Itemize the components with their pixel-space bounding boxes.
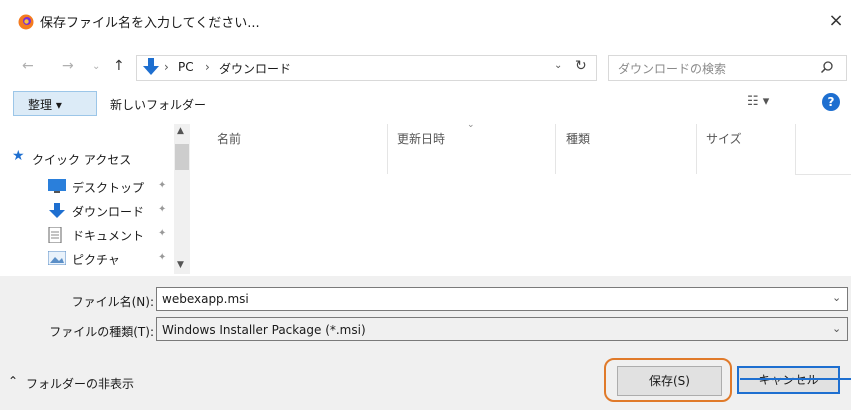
nav-item-desktop[interactable]: デスクトップ ✦ bbox=[8, 176, 178, 200]
divider bbox=[795, 174, 851, 175]
filename-dropdown-icon[interactable]: ⌄ bbox=[832, 291, 841, 304]
organize-label: 整理 ▾ bbox=[28, 98, 62, 112]
forward-icon[interactable]: → bbox=[62, 58, 74, 74]
pin-icon: ✦ bbox=[158, 204, 167, 215]
filename-input[interactable] bbox=[156, 287, 848, 311]
refresh-icon[interactable]: ↻ bbox=[575, 58, 587, 74]
dialog-title: 保存ファイル名を入力してください... bbox=[40, 16, 260, 31]
nav-item-documents[interactable]: ドキュメント ✦ bbox=[8, 224, 178, 248]
scroll-down-icon[interactable]: ▼ bbox=[177, 260, 184, 270]
pin-icon: ✦ bbox=[158, 252, 167, 263]
pin-icon: ✦ bbox=[158, 228, 167, 239]
highlight-ring bbox=[604, 358, 732, 402]
column-divider[interactable] bbox=[795, 124, 796, 174]
star-icon: ★ bbox=[12, 148, 25, 164]
pin-icon: ✦ bbox=[158, 180, 167, 191]
annotation-line bbox=[740, 378, 851, 380]
desktop-icon bbox=[48, 179, 66, 193]
filetype-label: ファイルの種類(T): bbox=[49, 325, 154, 339]
close-button[interactable]: × bbox=[826, 10, 846, 32]
breadcrumb-pc[interactable]: PC bbox=[178, 60, 194, 74]
pictures-icon bbox=[47, 250, 67, 266]
recent-locations-icon[interactable]: ⌄ bbox=[92, 61, 100, 72]
hide-folders-button[interactable]: フォルダーの非表示 bbox=[26, 375, 134, 392]
filename-label: ファイル名(N): bbox=[71, 295, 154, 309]
column-divider[interactable] bbox=[696, 124, 697, 174]
nav-item-downloads[interactable]: ダウンロード ✦ bbox=[8, 200, 178, 224]
column-divider[interactable] bbox=[555, 124, 556, 174]
help-icon[interactable]: ? bbox=[822, 93, 840, 111]
column-divider[interactable] bbox=[387, 124, 388, 174]
navigation-pane[interactable]: ★ クイック アクセス デスクトップ ✦ ダウンロード ✦ ドキュメント ✦ ピ… bbox=[8, 126, 193, 274]
column-header-type[interactable]: 種類 bbox=[566, 130, 590, 147]
address-dropdown-icon[interactable]: ⌄ bbox=[554, 60, 562, 71]
filetype-dropdown-icon[interactable]: ⌄ bbox=[832, 322, 841, 335]
breadcrumb-downloads[interactable]: ダウンロード bbox=[219, 60, 291, 77]
download-icon bbox=[48, 203, 66, 218]
nav-scrollbar-thumb[interactable] bbox=[175, 144, 189, 170]
nav-item-quick-access[interactable]: ★ クイック アクセス bbox=[8, 148, 178, 172]
document-icon bbox=[48, 226, 66, 244]
column-header-modified[interactable]: 更新日時 bbox=[397, 130, 445, 147]
scroll-up-icon[interactable]: ▲ bbox=[177, 126, 184, 136]
view-options-icon[interactable]: ☷ ▾ bbox=[747, 94, 769, 109]
search-icon[interactable] bbox=[820, 60, 834, 74]
download-icon bbox=[143, 58, 159, 75]
new-folder-button[interactable]: 新しいフォルダー bbox=[110, 96, 206, 113]
search-placeholder: ダウンロードの検索 bbox=[618, 62, 727, 76]
cancel-button[interactable]: キャンセル bbox=[737, 366, 840, 394]
filetype-value: Windows Installer Package (*.msi) bbox=[162, 323, 366, 337]
nav-item-pictures[interactable]: ピクチャ ✦ bbox=[8, 248, 178, 272]
back-icon[interactable]: ← bbox=[22, 58, 34, 74]
chevron-up-icon[interactable]: ⌃ bbox=[8, 374, 18, 388]
column-header-size[interactable]: サイズ bbox=[706, 130, 742, 147]
firefox-icon bbox=[18, 14, 34, 30]
breadcrumb-separator: › bbox=[205, 60, 210, 74]
column-header-name[interactable]: 名前 bbox=[217, 130, 241, 147]
up-icon[interactable]: ↑ bbox=[113, 58, 125, 74]
filename-value: webexapp.msi bbox=[162, 292, 249, 306]
sort-indicator-icon: ⌄ bbox=[467, 120, 475, 130]
breadcrumb-separator: › bbox=[164, 60, 169, 74]
